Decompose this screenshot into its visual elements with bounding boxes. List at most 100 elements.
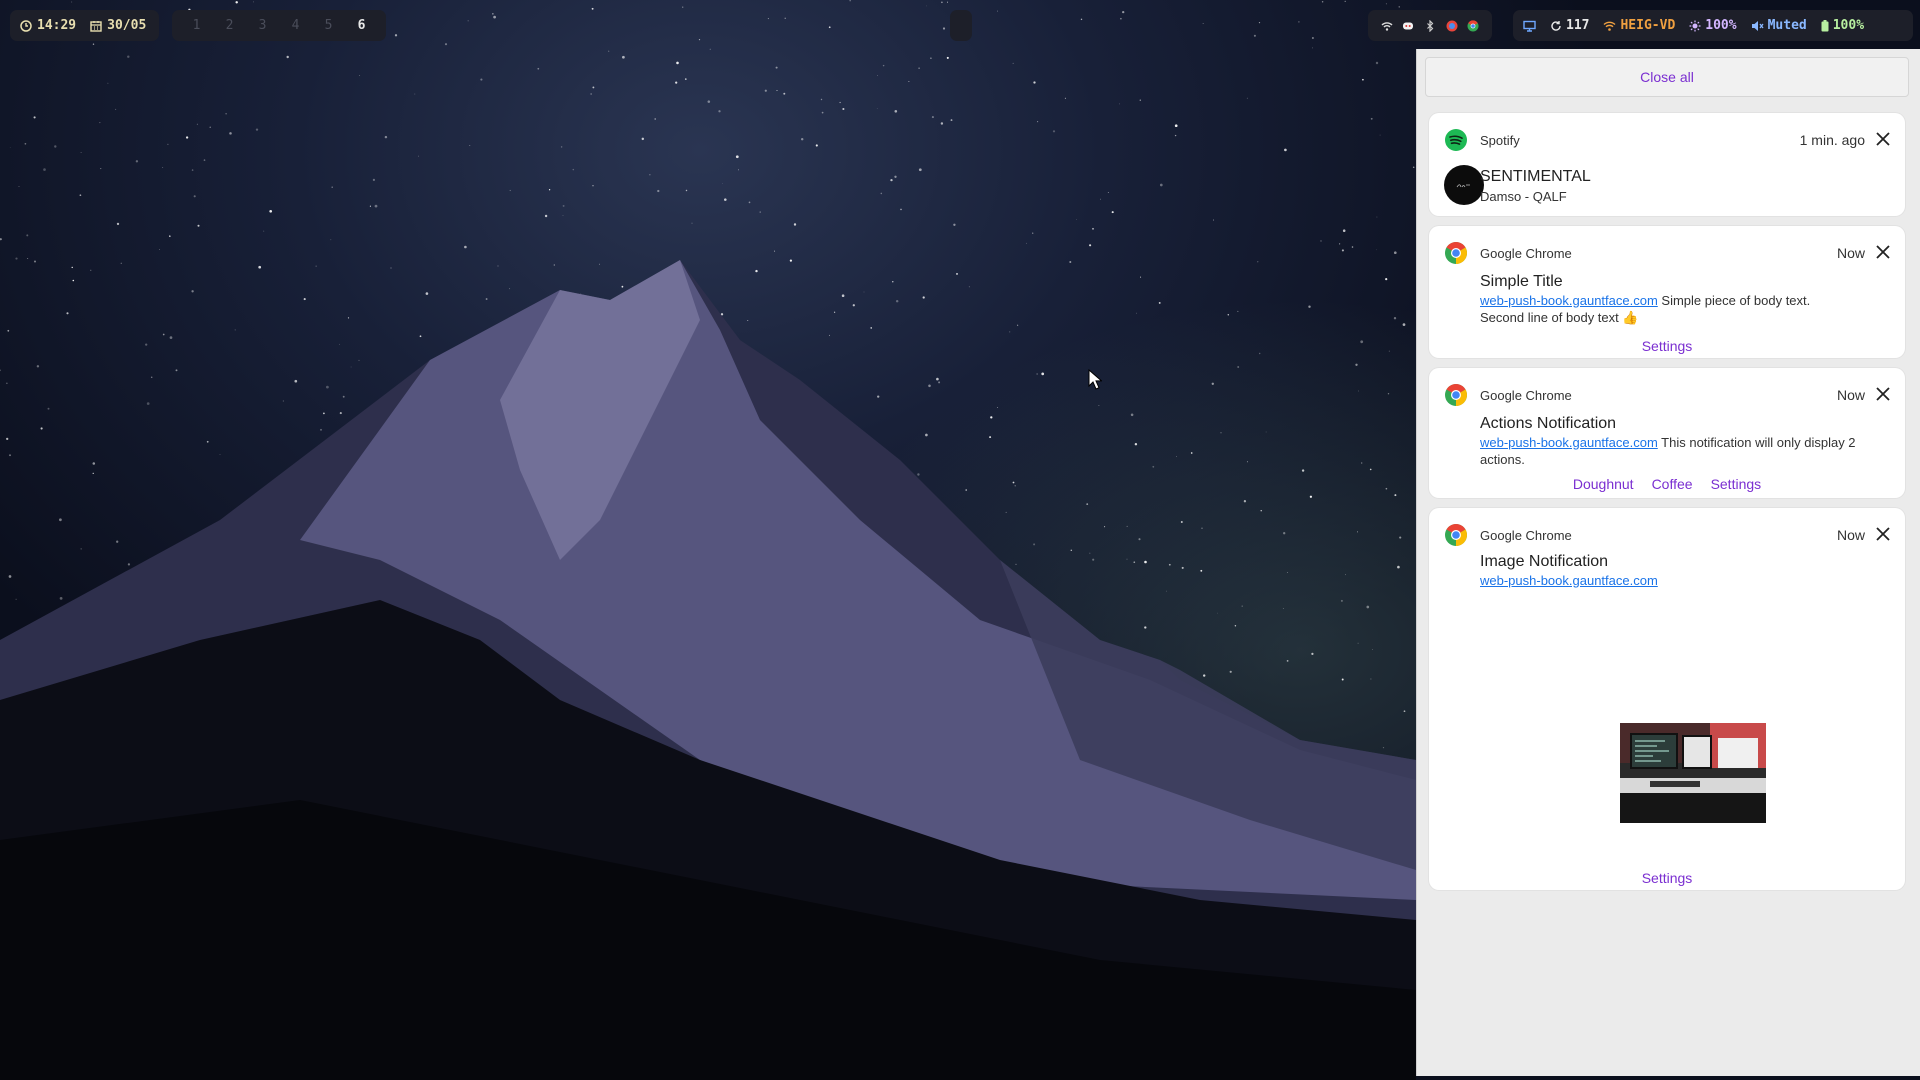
star: [598, 263, 600, 265]
star: [1385, 487, 1388, 490]
brightness-status[interactable]: 100%: [1689, 18, 1737, 33]
workspace-1[interactable]: 1: [188, 18, 206, 33]
star: [350, 366, 352, 368]
star: [294, 379, 298, 383]
star: [852, 304, 855, 307]
notification-body: web-push-book.gauntface.com This notific…: [1480, 434, 1880, 468]
star: [92, 462, 96, 465]
mouse-cursor-icon: [1088, 369, 1102, 390]
settings-action-button[interactable]: Settings: [1642, 870, 1693, 886]
star: [1357, 642, 1359, 644]
notification-app-name: Google Chrome: [1480, 388, 1572, 403]
close-all-button[interactable]: Close all: [1425, 57, 1909, 97]
star: [774, 250, 776, 252]
star: [1265, 431, 1267, 433]
notification-link[interactable]: web-push-book.gauntface.com: [1480, 435, 1658, 450]
workspace-6[interactable]: 6: [353, 18, 371, 33]
star: [320, 428, 322, 431]
star: [1338, 243, 1341, 245]
app-tray-icon[interactable]: [1446, 20, 1458, 32]
close-icon[interactable]: [1875, 131, 1891, 147]
notification-spotify[interactable]: Spotify 1 min. ago SENTIMENTAL Damso - Q…: [1429, 113, 1905, 216]
star: [1180, 521, 1183, 523]
star: [120, 262, 122, 264]
close-icon[interactable]: [1875, 526, 1891, 542]
network-status[interactable]: HEIG-VD: [1603, 18, 1675, 33]
star: [941, 1, 943, 4]
star: [1403, 710, 1406, 713]
star: [562, 215, 564, 216]
workspace-2[interactable]: 2: [221, 18, 239, 33]
notification-chrome-actions[interactable]: Google Chrome Now Actions Notification w…: [1429, 368, 1905, 498]
workspace-5[interactable]: 5: [320, 18, 338, 33]
notification-body: Damso - QALF: [1480, 189, 1567, 204]
battery-status[interactable]: 100%: [1821, 18, 1864, 33]
settings-action-button[interactable]: Settings: [1711, 476, 1762, 492]
notification-actions: Settings: [1429, 870, 1905, 886]
star: [1107, 192, 1109, 193]
close-icon[interactable]: [1875, 244, 1891, 260]
star: [895, 299, 899, 303]
chrome-tray-icon[interactable]: [1467, 19, 1479, 32]
star: [1376, 216, 1378, 218]
star: [1376, 249, 1378, 251]
notification-chrome-image[interactable]: Google Chrome Now Image Notification web…: [1429, 508, 1905, 890]
workspace-switcher: 1 2 3 4 5 6: [172, 10, 386, 41]
coffee-action-button[interactable]: Coffee: [1652, 476, 1693, 492]
star: [718, 110, 721, 113]
album-art: [1444, 165, 1484, 205]
wifi-tray-icon[interactable]: [1381, 20, 1393, 32]
star: [323, 412, 325, 415]
notification-link[interactable]: web-push-book.gauntface.com: [1480, 573, 1658, 588]
star: [1026, 242, 1027, 244]
star: [0, 369, 1, 372]
star: [26, 234, 29, 237]
star: [509, 288, 511, 290]
notification-link[interactable]: web-push-book.gauntface.com: [1480, 293, 1658, 308]
discord-tray-icon[interactable]: [1402, 20, 1414, 32]
star: [358, 359, 360, 361]
star: [1120, 17, 1122, 20]
star: [946, 1, 949, 3]
display-status[interactable]: [1523, 20, 1536, 32]
star: [946, 56, 949, 59]
updates-status[interactable]: 117: [1550, 18, 1589, 33]
star: [6, 382, 8, 384]
star: [654, 118, 657, 120]
star: [372, 178, 376, 182]
star: [1370, 117, 1373, 120]
settings-action-button[interactable]: Settings: [1642, 338, 1693, 354]
close-icon[interactable]: [1875, 386, 1891, 402]
doughnut-action-button[interactable]: Doughnut: [1573, 476, 1634, 492]
battery-icon: [1821, 19, 1829, 31]
star: [80, 152, 82, 154]
star: [1202, 23, 1204, 25]
bluetooth-tray-icon[interactable]: [1424, 19, 1436, 32]
star: [1126, 558, 1128, 560]
star: [997, 10, 999, 12]
star: [339, 343, 340, 345]
star: [255, 128, 259, 131]
star: [27, 257, 29, 259]
workspace-3[interactable]: 3: [254, 18, 272, 33]
star: [880, 192, 883, 195]
star: [548, 189, 551, 191]
star: [8, 575, 12, 578]
star: [1241, 605, 1243, 607]
notification-time: 1 min. ago: [1799, 132, 1865, 148]
chrome-icon: [1445, 524, 1467, 546]
volume-status[interactable]: Muted: [1751, 18, 1807, 33]
star: [608, 50, 610, 52]
workspace-4[interactable]: 4: [287, 18, 305, 33]
star: [1369, 468, 1372, 471]
star: [926, 5, 928, 7]
star: [1158, 301, 1161, 304]
star: [59, 518, 62, 522]
star: [820, 98, 823, 101]
star: [9, 146, 11, 148]
star: [1385, 278, 1388, 281]
star: [1092, 227, 1094, 230]
star: [922, 296, 925, 299]
star: [1358, 390, 1360, 392]
notification-chrome-simple[interactable]: Google Chrome Now Simple Title web-push-…: [1429, 226, 1905, 358]
